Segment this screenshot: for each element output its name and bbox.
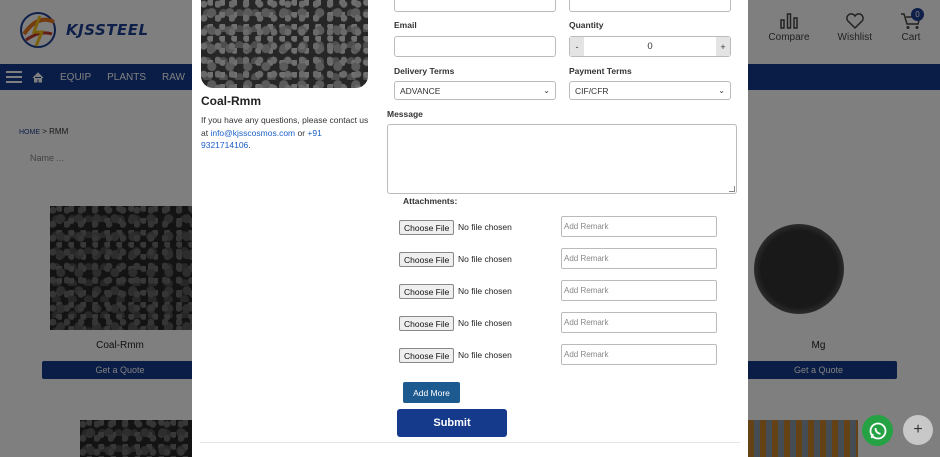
expand-plus-button[interactable]: + — [903, 415, 933, 445]
remark-input[interactable]: Add Remark — [561, 280, 717, 301]
payment-terms-value: CIF/CFR — [575, 85, 609, 96]
email-link[interactable]: info@kjsscosmos.com — [210, 128, 295, 138]
file-status: No file chosen — [458, 222, 512, 232]
delivery-terms-select[interactable]: ADVANCE ⌄ — [394, 81, 556, 100]
delivery-terms-label: Delivery Terms — [394, 66, 455, 76]
modal-product-title: Coal-Rmm — [201, 94, 262, 108]
add-more-button[interactable]: Add More — [403, 382, 460, 403]
attachment-row: Choose File No file chosen Add Remark — [399, 248, 729, 270]
message-textarea[interactable] — [387, 124, 737, 194]
delivery-terms-value: ADVANCE — [400, 85, 441, 96]
remark-input[interactable]: Add Remark — [561, 248, 717, 269]
company-field[interactable] — [569, 0, 731, 12]
message-label: Message — [387, 109, 423, 119]
attachment-row: Choose File No file chosen Add Remark — [399, 280, 729, 302]
name-field[interactable] — [394, 0, 556, 12]
resize-handle-icon[interactable] — [729, 186, 735, 192]
remark-input[interactable]: Add Remark — [561, 312, 717, 333]
email-field[interactable] — [394, 36, 556, 57]
chevron-down-icon: ⌄ — [718, 86, 725, 95]
modal-divider — [200, 442, 740, 443]
plus-icon: + — [913, 421, 923, 438]
modal-product-image — [201, 0, 368, 88]
quantity-label: Quantity — [569, 20, 604, 30]
remark-input[interactable]: Add Remark — [561, 216, 717, 237]
quote-modal: Coal-Rmm If you have any questions, plea… — [192, 0, 748, 457]
file-status: No file chosen — [458, 254, 512, 264]
file-status: No file chosen — [458, 318, 512, 328]
choose-file-button[interactable]: Choose File — [399, 220, 455, 235]
contact-help-text: If you have any questions, please contac… — [201, 114, 371, 152]
attachment-row: Choose File No file chosen Add Remark — [399, 216, 729, 238]
file-status: No file chosen — [458, 286, 512, 296]
quantity-stepper[interactable]: - 0 + — [569, 36, 731, 57]
payment-terms-select[interactable]: CIF/CFR ⌄ — [569, 81, 731, 100]
choose-file-button[interactable]: Choose File — [399, 348, 455, 363]
submit-button[interactable]: Submit — [397, 409, 507, 437]
choose-file-button[interactable]: Choose File — [399, 284, 455, 299]
help-text-mid: or — [295, 127, 308, 138]
file-status: No file chosen — [458, 350, 512, 360]
quantity-increment-button[interactable]: + — [716, 37, 730, 56]
quantity-decrement-button[interactable]: - — [570, 37, 584, 56]
payment-terms-label: Payment Terms — [569, 66, 632, 76]
whatsapp-button[interactable] — [862, 415, 893, 446]
whatsapp-icon — [869, 422, 886, 439]
email-label: Email — [394, 20, 417, 30]
quantity-value[interactable]: 0 — [584, 41, 716, 52]
remark-input[interactable]: Add Remark — [561, 344, 717, 365]
attachment-row: Choose File No file chosen Add Remark — [399, 344, 729, 366]
choose-file-button[interactable]: Choose File — [399, 316, 455, 331]
attachments-label: Attachments: — [403, 196, 458, 206]
choose-file-button[interactable]: Choose File — [399, 252, 455, 267]
chevron-down-icon: ⌄ — [543, 86, 550, 95]
help-text-end: . — [248, 140, 251, 150]
attachment-row: Choose File No file chosen Add Remark — [399, 312, 729, 334]
